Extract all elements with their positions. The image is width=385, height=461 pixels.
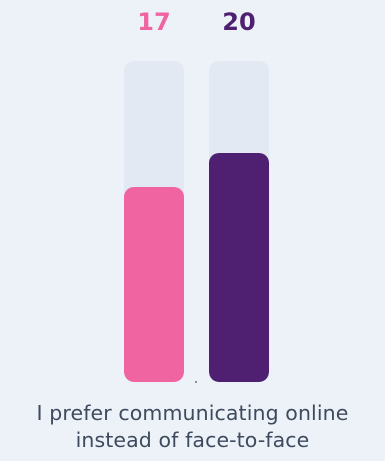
bar-fill-1: [124, 187, 184, 382]
question-line-1: I prefer communicating online: [36, 401, 349, 425]
bar-track-2: [209, 61, 269, 382]
bar-value-label-1: 17: [137, 8, 171, 36]
bar-track-1: [124, 61, 184, 382]
bar-value-label-2: 20: [222, 8, 256, 36]
baseline-dot: [195, 381, 197, 383]
bar-fill-2: [209, 153, 269, 382]
poll-result-card: 17 20 I prefer communicating online inst…: [0, 0, 385, 461]
question-line-2: instead of face-to-face: [75, 428, 310, 452]
question-caption: I prefer communicating online instead of…: [0, 400, 385, 454]
